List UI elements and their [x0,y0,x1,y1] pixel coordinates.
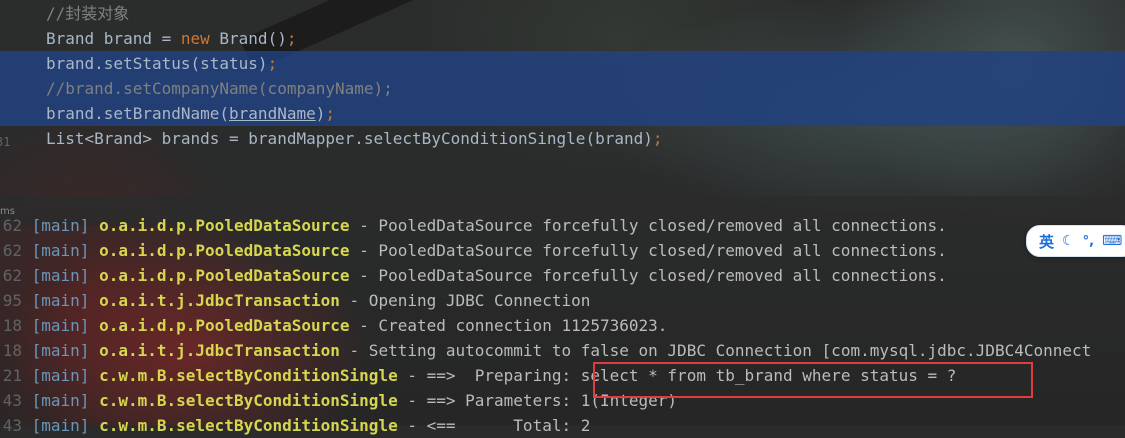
log-line-number: 62 [2,266,22,285]
log-logger: o.a.i.d.p.PooledDataSource [99,241,350,260]
code-line-select[interactable]: List<Brand> brands = brandMapper.selectB… [0,126,1125,151]
log-line-number: 62 [2,241,22,260]
code-token: ) [315,104,326,123]
log-logger: o.a.i.d.p.PooledDataSource [99,266,350,285]
log-logger: c.w.m.B.selectByConditionSingle [99,416,398,435]
log-line: 62 [main] o.a.i.d.p.PooledDataSource - P… [0,213,947,238]
ime-toolbar[interactable]: 英 ☾ °, ⌨ [1026,225,1125,257]
code-semicolon: ; [325,104,336,123]
code-token: brand.setStatus(status) [46,54,268,73]
log-line-number: 21 [2,366,22,385]
log-line-number: 95 [2,291,22,310]
code-line-commented-company[interactable]: //brand.setCompanyName(companyName); [0,76,1125,101]
log-line: 43 [main] c.w.m.B.selectByConditionSingl… [0,413,591,438]
log-logger: o.a.i.t.j.JdbcTransaction [99,341,340,360]
log-message: - PooledDataSource forcefully closed/rem… [349,216,947,235]
log-thread: [main] [31,216,90,235]
log-message: - <== Total: 2 [397,416,591,435]
gutter-line-number: 31 [0,135,11,149]
log-line: 62 [main] o.a.i.d.p.PooledDataSource - P… [0,238,947,263]
log-thread: [main] [31,316,90,335]
code-line-set-brand-name[interactable]: brand.setBrandName(brandName); [0,101,1125,126]
sql-highlight-box [593,362,1033,398]
code-statement: Brand brand = new Brand(); [46,26,296,51]
log-message: - PooledDataSource forcefully closed/rem… [349,266,947,285]
code-comment: //封装对象 [46,4,130,23]
ime-punctuation-toggle[interactable]: °, [1083,234,1094,249]
log-line: 95 [main] o.a.i.t.j.JdbcTransaction - Op… [0,288,591,313]
log-thread: [main] [31,416,90,435]
log-message: - PooledDataSource forcefully closed/rem… [349,241,947,260]
log-thread: [main] [31,366,90,385]
ime-language-toggle[interactable]: 英 [1039,231,1054,252]
log-logger: o.a.i.d.p.PooledDataSource [99,216,350,235]
code-semicolon: ; [286,29,297,48]
code-token: Brand() [209,29,287,48]
code-statement: brand.setStatus(status); [46,51,277,76]
log-logger: o.a.i.t.j.JdbcTransaction [99,291,340,310]
log-logger: c.w.m.B.selectByConditionSingle [99,391,398,410]
code-line-comment-header[interactable]: //封装对象 [0,1,1125,26]
code-token: Brand brand = [46,29,181,48]
code-variable: brandName [229,104,316,123]
log-thread: [main] [31,266,90,285]
log-logger: c.w.m.B.selectByConditionSingle [99,366,398,385]
log-message: - Opening JDBC Connection [339,291,591,310]
code-statement: brand.setBrandName(brandName); [46,101,335,126]
log-line: 62 [main] o.a.i.d.p.PooledDataSource - P… [0,263,947,288]
code-semicolon: ; [267,54,278,73]
log-line: 18 [main] o.a.i.d.p.PooledDataSource - C… [0,313,668,338]
code-keyword: new [180,29,210,48]
code-editor[interactable]: //封装对象 Brand brand = new Brand(); brand.… [0,0,1125,196]
log-message: - Setting autocommit to false on JDBC Co… [339,341,1092,360]
code-semicolon: ; [652,129,663,148]
log-message: - Created connection 1125736023. [349,316,668,335]
log-line-number: 62 [2,216,22,235]
moon-icon[interactable]: ☾ [1062,233,1075,249]
keyboard-icon[interactable]: ⌨ [1102,233,1122,249]
log-line: 18 [main] o.a.i.t.j.JdbcTransaction - Se… [0,338,1092,363]
log-thread: [main] [31,391,90,410]
code-token: List<Brand> brands = brandMapper.selectB… [46,129,653,148]
log-line-number: 43 [2,416,22,435]
log-line: 43 [main] c.w.m.B.selectByConditionSingl… [0,388,677,413]
code-token: brand.setBrandName( [46,104,230,123]
log-line-number: 18 [2,316,22,335]
log-line-number: 18 [2,341,22,360]
log-thread: [main] [31,241,90,260]
log-logger: o.a.i.d.p.PooledDataSource [99,316,350,335]
log-thread: [main] [31,291,90,310]
code-comment: //brand.setCompanyName(companyName); [46,79,393,98]
code-line-set-status[interactable]: brand.setStatus(status); [0,51,1125,76]
log-thread: [main] [31,341,90,360]
log-line-number: 43 [2,391,22,410]
code-statement: List<Brand> brands = brandMapper.selectB… [46,126,663,151]
code-line-new-brand[interactable]: Brand brand = new Brand(); [0,26,1125,51]
